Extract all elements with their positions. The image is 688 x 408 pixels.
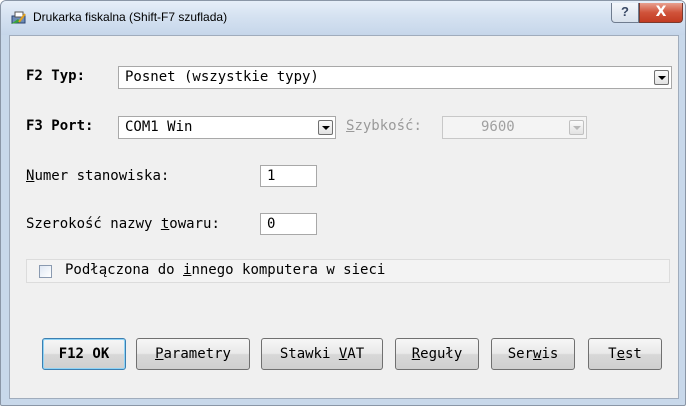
station-label: Numer stanowiska: bbox=[26, 168, 170, 184]
port-value: COM1 Win bbox=[125, 119, 193, 135]
close-button[interactable]: X bbox=[639, 3, 683, 23]
port-label: F3 Port: bbox=[26, 118, 94, 134]
service-button[interactable]: Serwis bbox=[491, 338, 575, 370]
port-select[interactable]: COM1 Win bbox=[118, 116, 336, 139]
width-label: Szerokość nazwy towaru: bbox=[26, 216, 220, 232]
typ-value: Posnet (wszystkie typy) bbox=[125, 69, 319, 85]
station-input[interactable]: 1 bbox=[260, 165, 317, 187]
speed-value: 9600 bbox=[481, 119, 515, 135]
typ-select[interactable]: Posnet (wszystkie typy) bbox=[118, 66, 672, 89]
close-icon: X bbox=[655, 4, 667, 20]
speed-label: Szybkość: bbox=[346, 118, 422, 134]
typ-label: F2 Typ: bbox=[26, 68, 86, 84]
chevron-down-icon[interactable] bbox=[654, 70, 669, 85]
vat-rates-button[interactable]: Stawki VAT bbox=[261, 338, 383, 370]
window-title: Drukarka fiskalna (Shift-F7 szuflada) bbox=[33, 10, 228, 24]
ok-button[interactable]: F12 OK bbox=[42, 338, 126, 370]
chevron-down-icon[interactable] bbox=[569, 120, 584, 135]
rules-button[interactable]: Reguły bbox=[395, 338, 479, 370]
title-bar[interactable]: Drukarka fiskalna (Shift-F7 szuflada) ? … bbox=[1, 1, 685, 35]
chevron-down-icon[interactable] bbox=[318, 120, 333, 135]
printer-icon bbox=[11, 11, 26, 24]
dialog-window: Drukarka fiskalna (Shift-F7 szuflada) ? … bbox=[0, 0, 686, 406]
help-button[interactable]: ? bbox=[611, 3, 639, 23]
dialog-client-area: F2 Typ: Posnet (wszystkie typy) F3 Port:… bbox=[9, 35, 679, 399]
test-button[interactable]: Test bbox=[588, 338, 662, 370]
parameters-button[interactable]: Parametry bbox=[136, 338, 250, 370]
speed-select[interactable]: 9600 bbox=[442, 116, 587, 139]
network-checkbox[interactable] bbox=[39, 265, 52, 278]
width-input[interactable]: 0 bbox=[260, 213, 317, 235]
network-option-group: Podłączona do innego komputera w sieci bbox=[26, 259, 670, 283]
network-checkbox-label[interactable]: Podłączona do innego komputera w sieci bbox=[65, 262, 385, 278]
